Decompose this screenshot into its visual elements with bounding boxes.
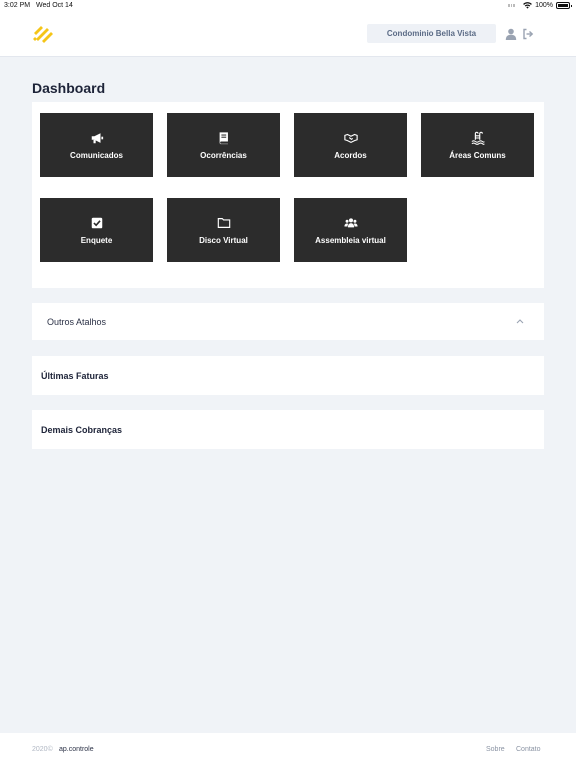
app-header: Condominio Bella Vista (0, 12, 576, 57)
app-footer: 2020© ap.controle Sobre Contato (0, 733, 576, 768)
battery-percent: 100% (535, 2, 553, 9)
check-square-icon (91, 217, 102, 228)
status-time: 3:02 PM (4, 2, 31, 9)
tile-disco-virtual[interactable]: Disco Virtual (167, 198, 280, 262)
status-date: Wed Oct 14 (36, 2, 73, 9)
tile-ocorrencias[interactable]: Ocorrências (167, 113, 280, 177)
tile-comunicados[interactable]: Comunicados (40, 113, 153, 177)
battery-icon (556, 2, 572, 9)
wifi-icon (523, 2, 532, 9)
status-bar: 3:02 PM Wed Oct 14 100% (0, 0, 576, 12)
tile-assembleia-virtual[interactable]: Assembleia virtual (294, 198, 407, 262)
footer-year: 2020© (32, 746, 53, 753)
handshake-icon (343, 133, 358, 143)
ultimas-faturas-card: Últimas Faturas (32, 356, 544, 395)
tile-label: Ocorrências (200, 150, 247, 160)
folder-icon (217, 217, 230, 228)
demais-cobrancas-card: Demais Cobranças (32, 410, 544, 449)
tile-label: Enquete (80, 235, 113, 245)
footer-brand: ap.controle (59, 746, 94, 753)
condo-selector-button[interactable]: Condominio Bella Vista (367, 24, 496, 43)
book-icon (219, 131, 228, 144)
tile-label: Áreas Comuns (449, 150, 506, 160)
logout-icon[interactable] (522, 28, 534, 40)
outros-atalhos-label: Outros Atalhos (47, 316, 107, 327)
users-icon (343, 217, 358, 227)
page-title: Dashboard (32, 80, 106, 96)
tile-areas-comuns[interactable]: Áreas Comuns (421, 113, 534, 177)
footer-contato-link[interactable]: Contato (516, 746, 541, 753)
user-icon[interactable] (505, 28, 517, 40)
outros-atalhos-accordion[interactable]: Outros Atalhos (32, 303, 544, 340)
dashboard-panel: Comunicados Ocorrências Acordos Áreas Co… (32, 102, 544, 288)
app-logo-icon[interactable] (32, 24, 54, 44)
tile-label: Disco Virtual (199, 235, 248, 245)
megaphone-icon (91, 132, 103, 143)
status-right: 100% (508, 2, 572, 9)
tile-label: Assembleia virtual (315, 235, 386, 245)
multitask-dots-icon (508, 4, 518, 7)
tile-label: Acordos (334, 150, 367, 160)
pool-icon (471, 131, 485, 145)
ultimas-faturas-title: Últimas Faturas (41, 370, 109, 381)
tile-acordos[interactable]: Acordos (294, 113, 407, 177)
footer-sobre-link[interactable]: Sobre (486, 746, 505, 753)
demais-cobrancas-title: Demais Cobranças (41, 424, 123, 435)
chevron-up-icon[interactable] (516, 318, 524, 324)
tile-label: Comunicados (70, 150, 123, 160)
tile-enquete[interactable]: Enquete (40, 198, 153, 262)
